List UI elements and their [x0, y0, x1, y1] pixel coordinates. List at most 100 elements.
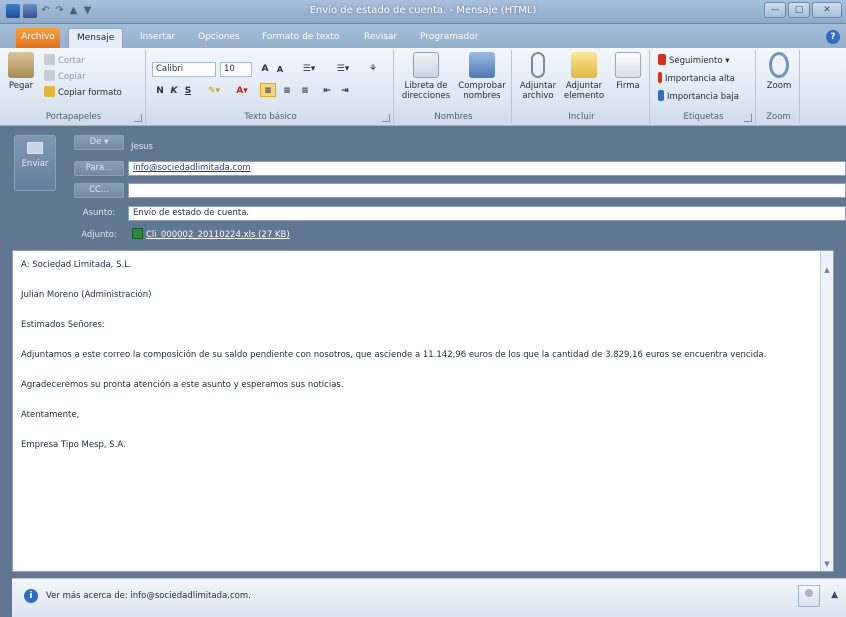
paste-button[interactable]: Pegar [4, 52, 38, 91]
clipboard-launcher-icon[interactable] [134, 114, 142, 122]
group-clipboard: Pegar Cortar Copiar Copiar formato Porta… [2, 50, 146, 124]
group-names: Libreta de direcciones Comprobar nombres… [396, 50, 512, 124]
high-importance-label: Importancia alta [665, 74, 735, 84]
tab-opciones[interactable]: Opciones [190, 28, 248, 48]
tab-insertar[interactable]: Insertar [132, 28, 183, 48]
message-header: Enviar De ▾ Jesus Para... info@sociedadl… [0, 127, 846, 247]
group-basic-text: Calibri 10 A A ☰▾ ☰▾ ⚘ N K S ✎▾ A▾ ≡ ≡ ≡… [148, 50, 394, 124]
group-tags: Seguimiento ▾ Importancia alta Importanc… [652, 50, 756, 124]
format-painter-button[interactable]: Copiar formato [44, 86, 122, 100]
group-include: Adjuntar archivo Adjuntar elemento Firma… [514, 50, 650, 124]
flag-icon [658, 54, 666, 65]
body-line-main: Adjuntamos a este correo la composición … [21, 350, 767, 360]
underline-button[interactable]: S [182, 84, 194, 98]
tab-archivo[interactable]: Archivo [16, 28, 60, 48]
grow-font-icon[interactable]: A [258, 62, 272, 76]
from-button[interactable]: De ▾ [74, 135, 124, 150]
contact-avatar[interactable] [798, 585, 820, 607]
check-names-icon [469, 52, 495, 78]
to-button[interactable]: Para... [74, 161, 124, 176]
align-left-icon[interactable]: ≡ [260, 83, 276, 97]
address-book-label: Libreta de direcciones [401, 81, 451, 101]
window-controls: — ▢ ✕ [764, 2, 842, 18]
tab-formato-de-texto[interactable]: Formato de texto [254, 28, 347, 48]
maximize-button[interactable]: ▢ [788, 2, 810, 18]
scissors-icon [44, 54, 55, 65]
font-name-select[interactable]: Calibri [152, 62, 216, 77]
scroll-down-icon[interactable]: ▼ [822, 559, 832, 569]
magnifier-icon [769, 52, 789, 78]
align-center-icon[interactable]: ≡ [280, 84, 294, 98]
zoom-button[interactable]: Zoom [760, 52, 798, 91]
body-line-recipient: A: Sociedad Limitada, S.L. [21, 260, 132, 270]
clipboard-group-label: Portapapeles [45, 112, 102, 122]
to-field[interactable]: info@sociedadlimitada.com [128, 161, 846, 176]
names-group-label: Nombres [434, 112, 473, 122]
body-line-request: Agradeceremos su pronta atención a este … [21, 380, 344, 390]
styles-icon[interactable]: ⚘ [366, 62, 380, 76]
font-size-select[interactable]: 10 [220, 62, 252, 77]
highlight-icon[interactable]: ✎▾ [202, 84, 226, 98]
shrink-font-icon[interactable]: A [274, 63, 286, 77]
signature-button[interactable]: Firma [610, 52, 646, 91]
paperclip-icon [531, 52, 545, 78]
follow-up-button[interactable]: Seguimiento ▾ [658, 54, 730, 68]
to-recipient[interactable]: info@sociedadlimitada.com [133, 163, 251, 173]
high-importance-button[interactable]: Importancia alta [658, 72, 735, 86]
attach-item-button[interactable]: Adjuntar elemento [560, 52, 608, 101]
attachment-field: Cli_000002_20110224.xls (27 KB) [128, 228, 846, 243]
decrease-indent-icon[interactable]: ⇤ [320, 84, 334, 98]
title-bar: ↶ ↷ ▲ ▼ Envío de estado de cuenta. - Men… [0, 0, 846, 24]
subject-field[interactable]: Envío de estado de cuenta. [128, 206, 846, 221]
paste-label: Pegar [8, 81, 34, 91]
info-icon: i [24, 589, 38, 603]
tab-programador[interactable]: Programador [412, 28, 486, 48]
align-right-icon[interactable]: ≡ [298, 84, 312, 98]
tab-mensaje[interactable]: Mensaje [68, 28, 124, 48]
increase-indent-icon[interactable]: ⇥ [338, 84, 352, 98]
from-value: Jesus [131, 142, 153, 152]
scroll-up-icon[interactable]: ▲ [822, 265, 832, 275]
tab-revisar[interactable]: Revisar [356, 28, 405, 48]
cc-button[interactable]: CC... [74, 183, 124, 198]
low-importance-button[interactable]: Importancia baja [658, 90, 739, 104]
group-zoom: Zoom Zoom [758, 50, 800, 124]
envelope-icon [571, 52, 597, 78]
help-icon[interactable]: ? [826, 30, 840, 44]
send-button[interactable]: Enviar [14, 135, 56, 191]
message-body[interactable]: A: Sociedad Limitada, S.L. Julian Moreno… [12, 250, 834, 572]
cc-field[interactable] [128, 183, 846, 198]
signature-label: Firma [616, 81, 640, 91]
italic-button[interactable]: K [168, 84, 180, 98]
bullets-icon[interactable]: ☰▾ [294, 62, 324, 76]
basic-text-launcher-icon[interactable] [382, 114, 390, 122]
copy-button[interactable]: Copiar [44, 70, 86, 84]
attachment-file[interactable]: Cli_000002_20110224.xls (27 KB) [146, 230, 290, 240]
bold-button[interactable]: N [154, 84, 166, 98]
brush-icon [44, 86, 55, 97]
close-button[interactable]: ✕ [812, 2, 842, 18]
font-color-icon[interactable]: A▾ [230, 84, 254, 98]
numbering-icon[interactable]: ☰▾ [328, 62, 358, 76]
vertical-scrollbar[interactable]: ▲ ▼ [820, 251, 833, 571]
include-group-label: Incluir [568, 112, 595, 122]
minimize-button[interactable]: — [764, 2, 786, 18]
check-names-button[interactable]: Comprobar nombres [454, 52, 510, 101]
copy-icon [44, 70, 55, 81]
excel-file-icon [132, 228, 143, 239]
paste-icon [8, 52, 34, 78]
zoom-label: Zoom [766, 81, 792, 91]
cut-button[interactable]: Cortar [44, 54, 85, 68]
tags-launcher-icon[interactable] [744, 114, 752, 122]
send-envelope-icon [27, 142, 43, 154]
ribbon: Pegar Cortar Copiar Copiar formato Porta… [0, 48, 846, 126]
expand-pane-icon[interactable]: ▲ [831, 590, 838, 600]
address-book-button[interactable]: Libreta de direcciones [398, 52, 454, 101]
people-pane-text[interactable]: Ver más acerca de: info@sociedadlimitada… [46, 591, 251, 601]
low-importance-label: Importancia baja [667, 92, 739, 102]
body-line-greeting: Estimados Señores: [21, 320, 105, 330]
attach-file-button[interactable]: Adjuntar archivo [516, 52, 560, 101]
address-book-icon [413, 52, 439, 78]
body-text[interactable]: A: Sociedad Limitada, S.L. Julian Moreno… [21, 259, 813, 469]
from-button-label: De [89, 137, 102, 147]
